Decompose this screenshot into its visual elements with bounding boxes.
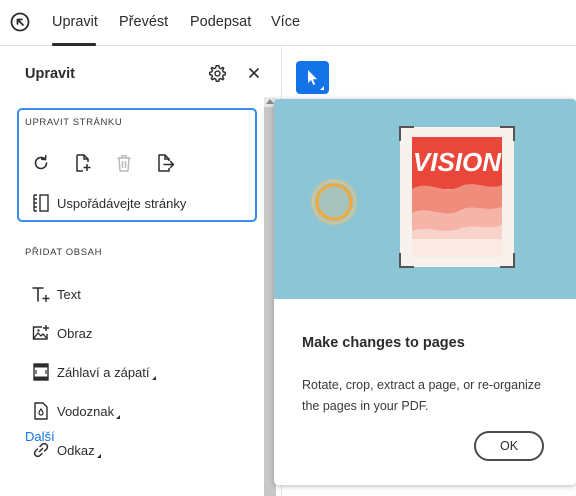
watermark-icon xyxy=(34,402,48,420)
organize-pages-label: Uspořádávejte stránky xyxy=(57,195,187,211)
select-tool-button[interactable] xyxy=(296,61,329,94)
add-text-button[interactable]: Text xyxy=(31,284,81,304)
chevron-down-icon xyxy=(116,415,121,419)
add-image-button[interactable]: Obraz xyxy=(31,323,92,343)
coachmark-body: Rotate, crop, extract a page, or re-orga… xyxy=(302,378,542,413)
tab-prevest[interactable]: Převést xyxy=(119,14,168,30)
add-text-label: Text xyxy=(57,286,81,302)
ok-button[interactable]: OK xyxy=(474,431,544,461)
extract-page-icon[interactable] xyxy=(156,153,176,173)
close-icon[interactable] xyxy=(247,66,261,80)
add-image-icon xyxy=(32,325,49,340)
add-text-icon xyxy=(32,287,50,302)
link-label: Odkaz xyxy=(57,442,95,458)
header-footer-label: Záhlaví a zápatí xyxy=(57,364,150,380)
organize-pages-button[interactable]: Uspořádávejte stránky xyxy=(31,193,186,213)
active-tab-indicator xyxy=(52,43,96,46)
coachmark-popover: VISION Make changes to pages Rotate, cro… xyxy=(274,99,576,485)
tab-upravit[interactable]: Upravit xyxy=(52,14,98,30)
chevron-down-icon xyxy=(151,376,156,380)
tab-podepsat[interactable]: Podepsat xyxy=(190,14,251,30)
watermark-label: Vodoznak xyxy=(57,403,115,419)
chevron-down-icon xyxy=(96,454,101,458)
add-image-label: Obraz xyxy=(57,325,93,341)
cursor-arrow-icon xyxy=(308,70,324,90)
more-tools-link[interactable]: Další xyxy=(25,429,55,444)
insert-page-icon[interactable] xyxy=(73,153,93,173)
header-footer-button[interactable]: Záhlaví a zápatí xyxy=(31,362,156,382)
watermark-button[interactable]: Vodoznak xyxy=(31,401,121,421)
pages-illustration: VISION xyxy=(274,99,576,299)
rotate-icon[interactable] xyxy=(31,153,51,173)
scroll-up-arrow-icon[interactable] xyxy=(266,99,274,104)
tab-vice[interactable]: Více xyxy=(271,14,300,30)
poster-title: VISION xyxy=(413,147,502,177)
gear-icon[interactable] xyxy=(208,64,227,83)
header-footer-icon xyxy=(33,363,49,381)
panel-title: Upravit xyxy=(25,66,75,82)
coachmark-title: Make changes to pages xyxy=(302,335,465,351)
add-content-heading: PŘIDAT OBSAH xyxy=(25,247,103,258)
organize-pages-icon xyxy=(33,194,49,212)
delete-icon xyxy=(117,155,131,172)
home-icon[interactable] xyxy=(9,11,31,33)
edit-page-heading: UPRAVIT STRÁNKU xyxy=(25,117,123,128)
top-toolbar: Upravit Převést Podepsat Více xyxy=(0,0,576,46)
